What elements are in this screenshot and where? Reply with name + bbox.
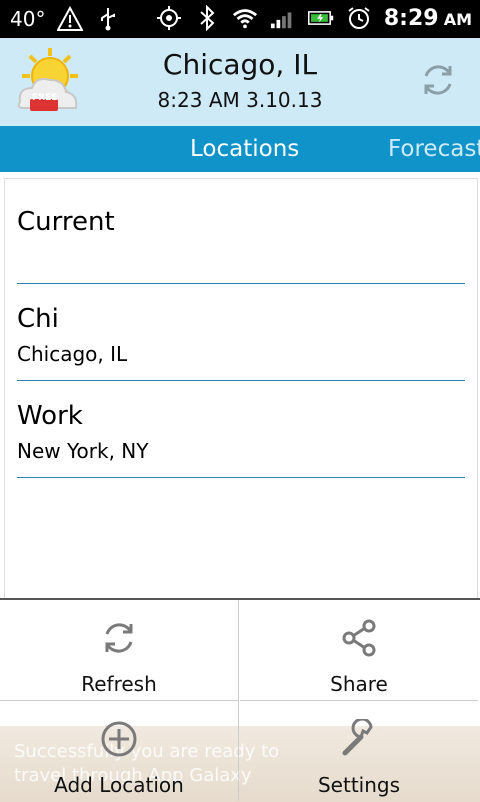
wifi-icon — [232, 5, 258, 31]
menu-share[interactable]: Share — [240, 600, 478, 701]
menu-label: Settings — [317, 773, 401, 797]
alarm-icon — [346, 5, 372, 31]
list-item[interactable]: Current — [17, 179, 465, 284]
warning-icon — [57, 6, 84, 32]
temperature: 40° — [10, 7, 46, 31]
menu-label: Refresh — [81, 672, 157, 696]
menu-label: Share — [330, 672, 388, 696]
updated-time: 8:23 AM 3.10.13 — [157, 88, 323, 112]
wrench-icon — [339, 717, 379, 759]
usb-icon — [95, 6, 121, 32]
battery-icon — [307, 5, 334, 31]
signal-icon — [270, 5, 296, 31]
gps-icon — [156, 5, 182, 31]
bluetooth-icon — [194, 5, 220, 31]
status-bar: 40° 8:29 AM — [0, 0, 480, 38]
location-name: Chi — [17, 304, 59, 334]
tab-bar: Locations Forecast — [0, 126, 480, 172]
menu-refresh[interactable]: Refresh — [0, 600, 239, 701]
location-city: Chicago, IL — [17, 342, 128, 366]
list-item[interactable]: Work New York, NY — [17, 381, 465, 478]
location-city: New York, NY — [17, 439, 149, 463]
clock: 8:29 AM — [383, 5, 472, 31]
city-title: Chicago, IL — [162, 48, 318, 81]
locations-list: Current Chi Chicago, IL Work New York, N… — [4, 178, 478, 602]
share-icon — [339, 618, 379, 658]
add-icon — [99, 719, 139, 759]
menu-add-location[interactable]: Add Location — [0, 701, 239, 801]
location-name: Work — [17, 401, 83, 431]
refresh-icon — [99, 618, 139, 658]
tab-locations[interactable]: Locations — [190, 136, 299, 162]
tab-forecast[interactable]: Forecast — [388, 136, 480, 162]
menu-settings[interactable]: Settings — [240, 701, 478, 801]
location-name: Current — [17, 207, 115, 237]
options-menu: Successfully you are ready to travel thr… — [0, 598, 480, 802]
menu-label: Add Location — [54, 773, 184, 797]
refresh-icon[interactable] — [418, 60, 458, 100]
app-header: FREE Chicago, IL 8:23 AM 3.10.13 — [0, 38, 480, 126]
list-item[interactable]: Chi Chicago, IL — [17, 284, 465, 381]
